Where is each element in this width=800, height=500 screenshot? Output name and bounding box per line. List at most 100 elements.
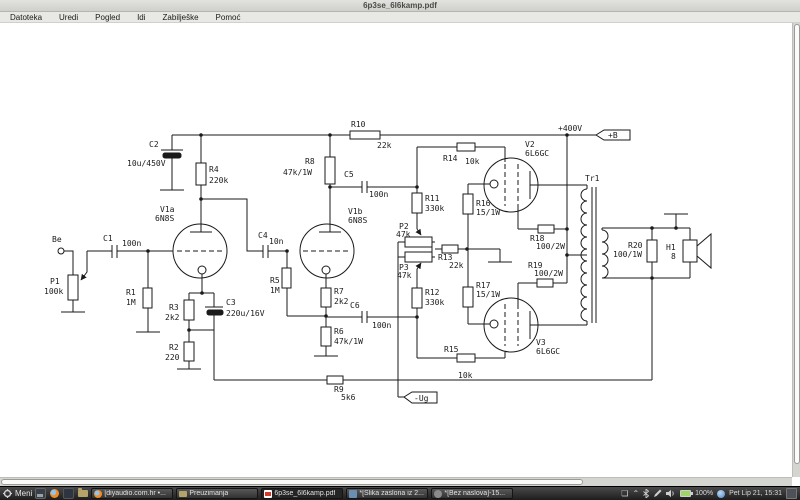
taskbar-window-diyaudio[interactable]: [diyaudio.com.hr •... <box>91 488 173 499</box>
schematic-drawing: Be P1 100k C1 100n R1 1M C2 10u/450V R4 … <box>0 23 800 477</box>
label-r19-val: 100/2W <box>534 269 563 278</box>
vertical-scrollbar[interactable] <box>792 23 800 477</box>
label-r11-val: 330k <box>425 204 444 213</box>
taskbar: Meni [diyaudio.com.hr •... Preuzimanja 6… <box>0 486 800 500</box>
label-h1-val: 8 <box>671 252 676 261</box>
label-p1-ref: P1 <box>50 277 60 286</box>
clipboard-icon[interactable] <box>786 488 797 499</box>
menu-item-datoteka[interactable]: Datoteka <box>10 13 42 22</box>
taskbar-window-label: *[Bez naslova]-15... <box>444 490 505 497</box>
show-desktop-icon <box>35 488 46 499</box>
window-titlebar[interactable]: 6p3se_6l6kamp.pdf <box>0 0 800 12</box>
screenshot-tool-icon <box>63 488 74 499</box>
desktop-screen: 6p3se_6l6kamp.pdf Datoteka Uredi Pogled … <box>0 0 800 500</box>
label-v1b-ref: V1b <box>348 207 363 216</box>
label-v1a-ref: V1a <box>160 205 175 214</box>
taskbar-window-preuzimanja[interactable]: Preuzimanja <box>176 488 258 499</box>
chevron-up-icon[interactable]: ⌃ <box>632 489 639 499</box>
label-r14-val: 10k <box>465 157 480 166</box>
label-h1-ref: H1 <box>666 243 676 252</box>
taskbar-window-label: [diyaudio.com.hr •... <box>104 490 166 497</box>
launcher-firefox[interactable] <box>49 488 60 499</box>
start-menu-label: Meni <box>15 489 32 498</box>
menu-item-pomoc[interactable]: Pomoć <box>216 13 241 22</box>
label-c1-ref: C1 <box>103 234 113 243</box>
firefox-icon <box>94 490 102 498</box>
system-tray: ❏ ⌃ 100% Pet Lip 21, 15:31 <box>621 488 797 499</box>
label-c1-val: 100n <box>122 239 141 248</box>
label-r3-val: 2k2 <box>165 313 180 322</box>
label-c2-val: 10u/450V <box>127 159 166 168</box>
label-supply: +400V <box>558 124 582 133</box>
bluetooth-icon[interactable] <box>643 489 649 498</box>
taskbar-window-slika-zaslona[interactable]: *[Slika zaslona iz 2... <box>346 488 428 499</box>
battery-icon[interactable] <box>680 490 691 497</box>
label-input: Be <box>52 235 62 244</box>
window-list-icon[interactable]: ❏ <box>621 489 628 499</box>
label-c6-ref: C6 <box>350 301 360 310</box>
menu-item-pogled[interactable]: Pogled <box>95 13 120 22</box>
pdf-page[interactable]: Be P1 100k C1 100n R1 1M C2 10u/450V R4 … <box>0 23 800 477</box>
label-r16-ref: R16 <box>476 199 491 208</box>
horizontal-scrollbar[interactable] <box>0 477 792 486</box>
label-r6-ref: R6 <box>334 327 344 336</box>
taskbar-window-pdf[interactable]: 6p3se_6l6kamp.pdf <box>261 488 343 499</box>
label-c4-ref: C4 <box>258 231 268 240</box>
label-r20-val: 100/1W <box>613 250 642 259</box>
window-title: 6p3se_6l6kamp.pdf <box>363 0 437 11</box>
label-minus-ug: -Ug <box>414 394 429 403</box>
battery-percent: 100% <box>695 490 713 497</box>
label-v3-type: 6L6GC <box>536 347 560 356</box>
label-r8-ref: R8 <box>305 157 315 166</box>
launcher-screenshot[interactable] <box>63 488 74 499</box>
menu-item-zabiljeske[interactable]: Zabilješke <box>163 13 199 22</box>
label-r4-ref: R4 <box>209 165 219 174</box>
label-r17-ref: R17 <box>476 281 491 290</box>
label-plus-b: +B <box>608 131 618 140</box>
label-r15-ref: R15 <box>444 345 459 354</box>
label-c5-val: 100n <box>369 190 388 199</box>
start-menu-button[interactable]: Meni <box>3 489 32 498</box>
horizontal-scrollbar-thumb[interactable] <box>1 479 583 485</box>
pdf-document-icon <box>264 490 272 498</box>
menu-item-idi[interactable]: Idi <box>137 13 145 22</box>
speaker-icon[interactable] <box>666 489 676 498</box>
label-c4-val: 10n <box>269 237 284 246</box>
input-terminal <box>58 248 64 254</box>
label-p1-val: 100k <box>44 287 63 296</box>
menu-item-uredi[interactable]: Uredi <box>59 13 78 22</box>
label-r10-val: 22k <box>377 141 392 150</box>
taskbar-window-bez-naslova[interactable]: *[Bez naslova]-15... <box>431 488 513 499</box>
label-p3-val: 47k <box>397 271 412 280</box>
taskbar-clock[interactable]: Pet Lip 21, 15:31 <box>729 490 782 497</box>
label-r17-val: 15/1W <box>476 290 500 299</box>
label-r9-val: 5k6 <box>341 393 356 402</box>
label-r2-val: 220 <box>165 353 180 362</box>
label-r13-val: 22k <box>449 261 464 270</box>
label-v1a-type: 6N8S <box>155 214 174 223</box>
label-r7-val: 2k2 <box>334 297 349 306</box>
component-shapes <box>58 130 711 403</box>
label-v2-type: 6L6GC <box>525 149 549 158</box>
firefox-icon <box>50 489 59 498</box>
update-shield-icon[interactable] <box>717 490 725 498</box>
label-r6-val: 47k/1W <box>334 337 363 346</box>
start-menu-icon <box>3 489 12 498</box>
label-v1b-type: 6N8S <box>348 216 367 225</box>
show-desktop-button[interactable] <box>35 488 46 499</box>
image-icon <box>349 490 357 498</box>
menu-bar: Datoteka Uredi Pogled Idi Zabilješke Pom… <box>0 12 800 23</box>
label-r10-ref: R10 <box>351 120 366 129</box>
label-r16-val: 15/1W <box>476 208 500 217</box>
label-c2-ref: C2 <box>149 140 159 149</box>
folder-icon <box>78 490 88 497</box>
launcher-file-manager[interactable] <box>77 488 88 499</box>
pen-icon[interactable] <box>653 489 662 498</box>
label-r1-val: 1M <box>126 298 136 307</box>
label-r3-ref: R3 <box>169 303 179 312</box>
label-r14-ref: R14 <box>443 154 458 163</box>
label-r7-ref: R7 <box>334 287 344 296</box>
label-r11-ref: R11 <box>425 194 440 203</box>
label-tr1: Tr1 <box>585 174 600 183</box>
vertical-scrollbar-thumb[interactable] <box>794 24 800 464</box>
